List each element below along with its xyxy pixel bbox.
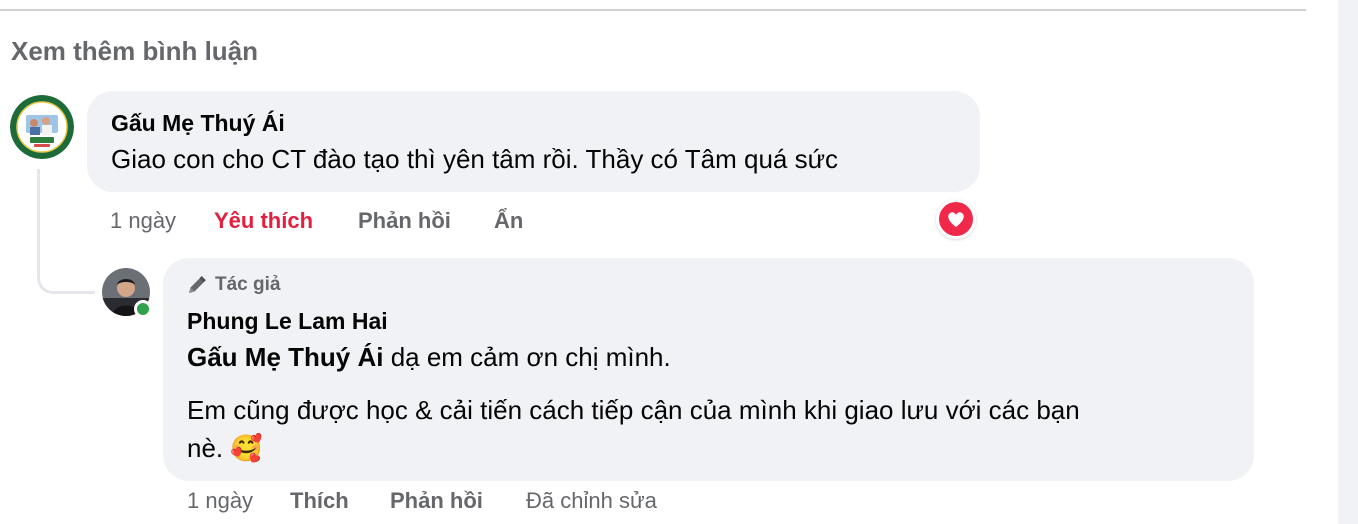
reply-author-name[interactable]: Phung Le Lam Hai [187,308,388,335]
heart-icon [939,202,973,236]
online-status-dot [134,300,152,318]
reply-thread-line [37,169,95,294]
reaction-badge[interactable] [936,199,976,239]
reply-text-line-3: nè. 🥰 [187,433,263,463]
comment-hide-button[interactable]: Ẩn [494,208,523,234]
reply-text-segment: dạ em cảm ơn chị mình. [383,342,671,372]
top-divider [0,9,1306,11]
edited-label: Đã chỉnh sửa [526,488,657,513]
comment-text: Giao con cho CT đào tạo thì yên tâm rồi.… [111,144,838,174]
scrollbar-track[interactable] [1338,0,1358,524]
reply-timestamp[interactable]: 1 ngày [187,488,253,514]
author-badge: Tác giả [185,273,280,297]
comment-bubble [87,91,980,192]
comment-timestamp[interactable]: 1 ngày [110,208,176,234]
reply-like-button[interactable]: Thích [290,488,349,514]
comment-reply-button[interactable]: Phản hồi [358,208,451,234]
pencil-icon [189,275,206,293]
comment-author-name[interactable]: Gấu Mẹ Thuý Ái [111,110,285,137]
comment-love-button[interactable]: Yêu thích [214,208,313,234]
reply-text-line-1: Gấu Mẹ Thuý Ái dạ em cảm ơn chị mình. [187,342,671,373]
view-more-comments-link[interactable]: Xem thêm bình luận [11,36,258,67]
author-badge-label: Tác giả [215,274,281,295]
avatar[interactable] [10,95,74,159]
reply-text-line-2: Em cũng được học & cải tiến cách tiếp cậ… [187,395,1080,425]
reply-reply-button[interactable]: Phản hồi [390,488,483,514]
avatar-logo-image [10,95,74,159]
mention-link[interactable]: Gấu Mẹ Thuý Ái [187,342,383,372]
